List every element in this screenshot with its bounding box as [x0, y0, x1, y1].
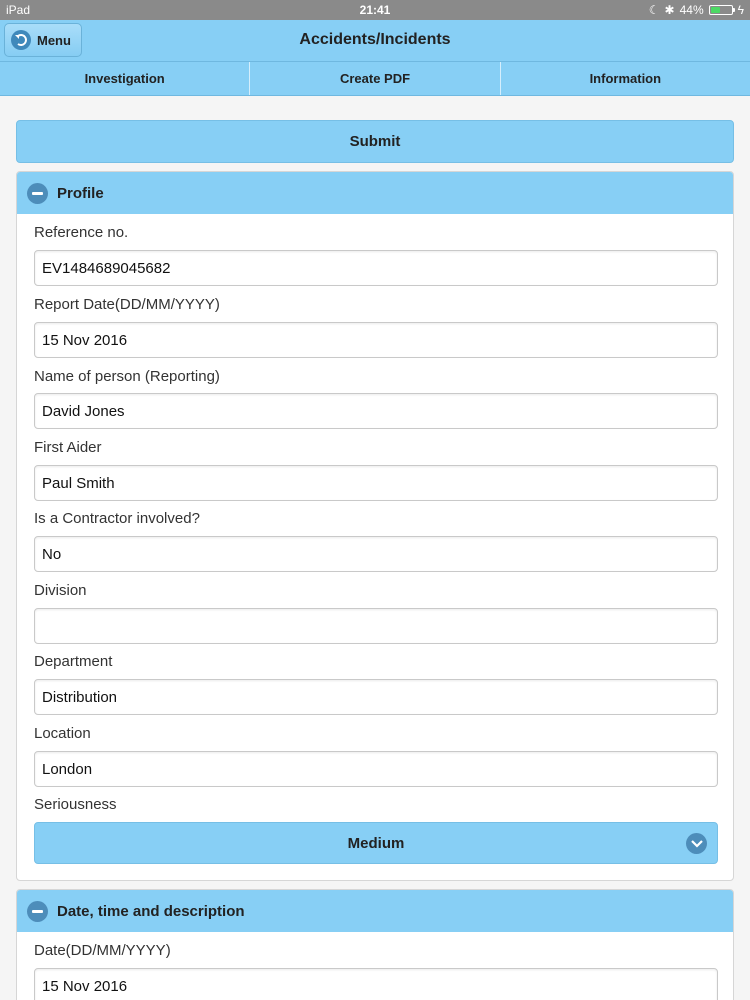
seriousness-select[interactable]: Medium [34, 822, 718, 864]
status-right: ☾ ✱ 44% ϟ [649, 3, 744, 17]
charging-icon: ϟ [737, 3, 744, 17]
report-date-label: Report Date(DD/MM/YYYY) [34, 296, 220, 313]
first-aider-input[interactable] [34, 465, 718, 501]
department-input[interactable] [34, 679, 718, 715]
report-date-input[interactable] [34, 322, 718, 358]
page-title: Accidents/Incidents [299, 31, 451, 48]
seriousness-value: Medium [347, 835, 405, 852]
contractor-label: Is a Contractor involved? [34, 510, 200, 527]
date-input[interactable] [34, 968, 718, 1000]
location-label: Location [34, 725, 91, 742]
reference-input[interactable] [34, 250, 718, 286]
reporter-name-input[interactable] [34, 393, 718, 429]
contractor-input[interactable] [34, 536, 718, 572]
menu-label: Menu [37, 32, 71, 48]
clock: 21:41 [359, 3, 391, 17]
section-title: Date, time and description [57, 902, 245, 920]
battery-icon [708, 5, 735, 15]
department-label: Department [34, 653, 113, 670]
date-section: Date, time and description Date(DD/MM/YY… [16, 889, 734, 1000]
tab-create-pdf[interactable]: Create PDF [250, 62, 501, 95]
collapse-icon [27, 900, 48, 922]
moon-icon: ☾ [648, 3, 660, 17]
app-header: Menu Accidents/Incidents [0, 20, 750, 62]
section-title: Profile [57, 184, 104, 202]
seriousness-label: Seriousness [34, 796, 117, 813]
status-bar: iPad 21:41 ☾ ✱ 44% ϟ [0, 0, 750, 20]
reference-label: Reference no. [34, 224, 129, 241]
division-input[interactable] [34, 608, 718, 644]
collapse-icon [27, 182, 48, 204]
profile-section: Profile Reference no. Report Date(DD/MM/… [16, 171, 734, 881]
back-arrow-icon [11, 30, 31, 50]
date-section-header[interactable]: Date, time and description [17, 890, 733, 932]
first-aider-label: First Aider [34, 439, 102, 456]
tab-bar: Investigation Create PDF Information [0, 62, 750, 96]
date-label: Date(DD/MM/YYYY) [34, 942, 171, 959]
battery-percent: 44% [679, 3, 704, 17]
division-label: Division [34, 582, 87, 599]
tab-investigation[interactable]: Investigation [0, 62, 251, 95]
bluetooth-icon: ✱ [664, 3, 675, 17]
menu-button[interactable]: Menu [4, 23, 82, 57]
chevron-down-icon [686, 833, 707, 854]
profile-header[interactable]: Profile [17, 172, 733, 214]
reporter-name-label: Name of person (Reporting) [34, 368, 220, 385]
tab-information[interactable]: Information [501, 62, 750, 95]
location-input[interactable] [34, 751, 718, 787]
submit-button[interactable]: Submit [16, 120, 734, 163]
